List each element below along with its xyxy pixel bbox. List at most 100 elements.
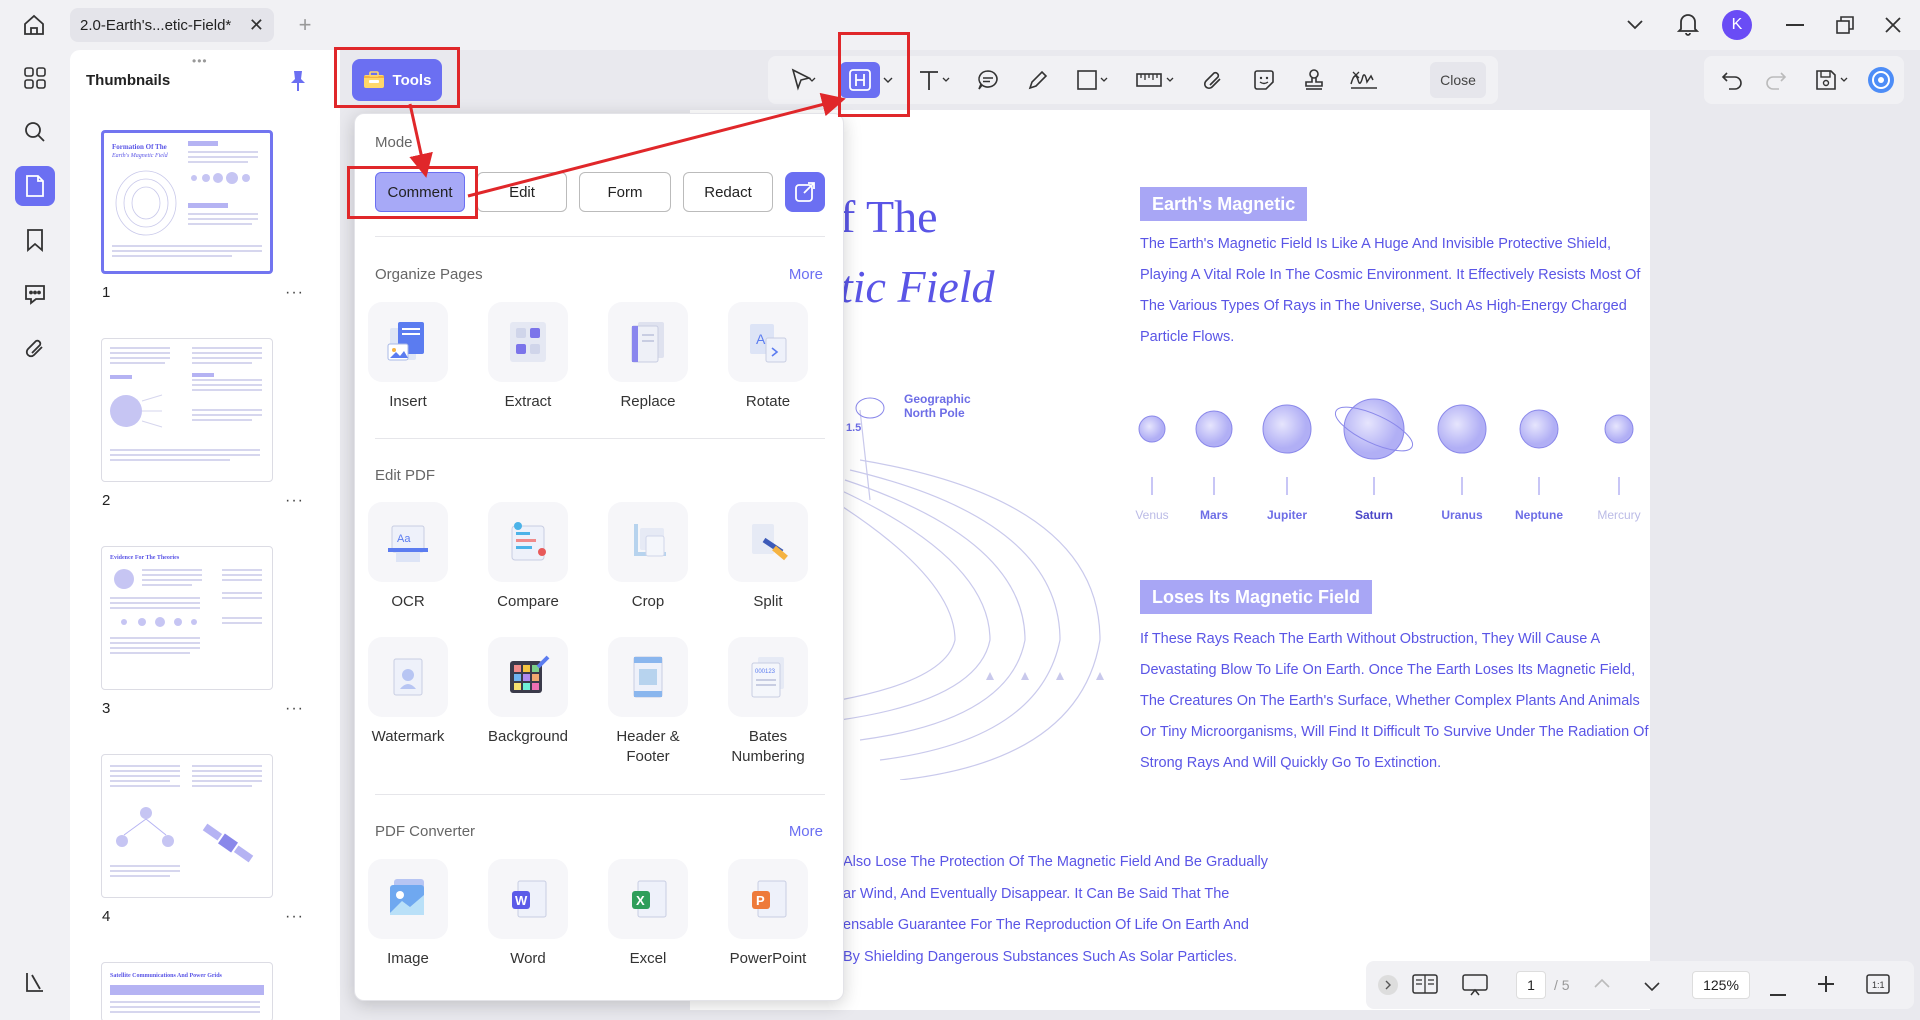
powerpoint-icon: P [752, 880, 787, 918]
search-icon[interactable] [15, 112, 55, 152]
mode-form-button[interactable]: Form [579, 172, 671, 212]
next-page-icon[interactable] [1644, 979, 1660, 997]
notification-bell-icon[interactable] [1674, 10, 1702, 38]
divider [375, 794, 825, 795]
tool-insert[interactable]: Insert [358, 302, 458, 412]
pin-icon[interactable] [288, 70, 308, 97]
pencil-tool-button[interactable] [1018, 62, 1058, 98]
insert-icon [387, 322, 424, 361]
tools-button[interactable]: Tools [352, 59, 442, 101]
highlight-tool-button[interactable] [840, 62, 880, 98]
excel-icon: X [632, 880, 667, 918]
document-tab[interactable]: 2.0-Earth's...etic-Field* ✕ [70, 8, 274, 42]
bottom-line: ensable Guarantee For The Reproduction O… [843, 917, 1249, 933]
zoom-in-icon[interactable] [1818, 976, 1834, 997]
sticker-tool-button[interactable] [1244, 62, 1284, 98]
page-thumbnail-2[interactable] [101, 338, 273, 482]
organize-pages-label: Organize Pages [375, 266, 483, 283]
collapse-chevron-icon[interactable] [1378, 975, 1398, 995]
redo-icon[interactable] [1758, 62, 1794, 98]
bates-numbering-icon: 000123 [751, 657, 784, 698]
page-thumbnail-3[interactable]: Evidence For The Theories [101, 546, 273, 690]
divider [375, 236, 825, 237]
svg-text:W: W [515, 893, 528, 908]
stamp-icon [1305, 69, 1323, 90]
save-icon[interactable] [1808, 62, 1858, 98]
tool-rotate[interactable]: A Rotate [718, 302, 818, 412]
close-toolbar-button[interactable]: Close [1430, 62, 1486, 98]
measure-tool-button[interactable] [1128, 62, 1184, 98]
home-icon[interactable] [18, 10, 50, 40]
signature-tool-button[interactable] [1342, 62, 1386, 98]
tab-title: 2.0-Earth's...etic-Field* [80, 16, 232, 34]
page-layout-icon[interactable] [1412, 973, 1438, 1000]
tool-convert-word[interactable]: W Word [478, 859, 578, 969]
tool-split[interactable]: Split [718, 502, 818, 612]
thumbnails-icon[interactable] [15, 166, 55, 206]
library-icon[interactable] [15, 962, 55, 1002]
apps-grid-icon[interactable] [15, 58, 55, 98]
tool-ocr[interactable]: Aa OCR [358, 502, 458, 612]
bookmark-icon[interactable] [15, 220, 55, 260]
svg-text:1:1: 1:1 [1872, 980, 1885, 990]
chevron-down-icon[interactable] [1622, 12, 1648, 38]
mode-redact-button[interactable]: Redact [683, 172, 773, 212]
comments-icon[interactable] [15, 274, 55, 314]
user-avatar[interactable]: K [1722, 10, 1752, 40]
document-title-line2: tic Field [840, 261, 995, 312]
tool-label: Background [487, 728, 569, 745]
zoom-level-input[interactable]: 125% [1692, 971, 1750, 999]
drag-handle-icon[interactable]: ••• [192, 54, 208, 68]
thumb-more-icon[interactable]: ··· [285, 700, 304, 718]
shape-tool-button[interactable] [1068, 62, 1118, 98]
converter-more-link[interactable]: More [789, 823, 823, 840]
page-thumbnail-4[interactable] [101, 754, 273, 898]
comment-tool-button[interactable] [968, 62, 1008, 98]
actual-size-icon[interactable]: 1:1 [1866, 973, 1890, 1000]
previous-page-icon[interactable] [1594, 975, 1610, 993]
text-tool-button[interactable] [910, 62, 960, 98]
thumb-more-icon[interactable]: ··· [285, 284, 304, 302]
presentation-icon[interactable] [1462, 973, 1488, 1002]
tool-replace[interactable]: Replace [598, 302, 698, 412]
planet-label: Neptune [1515, 508, 1563, 522]
open-external-icon[interactable] [785, 172, 825, 212]
page-number-input[interactable]: 1 [1516, 971, 1546, 999]
tool-label: Watermark [371, 728, 445, 745]
mode-edit-button[interactable]: Edit [477, 172, 567, 212]
tool-convert-image[interactable]: Image [358, 859, 458, 969]
tool-convert-excel[interactable]: X Excel [598, 859, 698, 969]
attach-tool-button[interactable] [1194, 62, 1234, 98]
tool-watermark[interactable]: Watermark [358, 637, 458, 747]
thumb-more-icon[interactable]: ··· [285, 492, 304, 510]
planets-diagram [1138, 398, 1634, 495]
tool-crop[interactable]: Crop [598, 502, 698, 612]
page-thumbnail-5[interactable]: Satellite Communications And Power Grids [101, 962, 273, 1020]
mode-comment-button[interactable]: Comment [375, 172, 465, 212]
restore-icon[interactable] [1832, 12, 1858, 38]
zoom-out-icon[interactable] [1770, 983, 1786, 1001]
page-thumbnail-1[interactable]: Formation Of The Earth's Magnetic Field [101, 130, 273, 274]
window-close-icon[interactable] [1880, 12, 1906, 38]
stamp-tool-button[interactable] [1294, 62, 1334, 98]
thumb-more-icon[interactable]: ··· [285, 908, 304, 926]
minimize-icon[interactable] [1782, 12, 1808, 38]
attachment-icon[interactable] [15, 328, 55, 368]
tool-compare[interactable]: Compare [478, 502, 578, 612]
ai-assistant-icon[interactable] [1864, 62, 1898, 98]
tool-label: Split [753, 593, 783, 610]
tool-header-footer[interactable]: Header & Footer [598, 637, 698, 767]
tool-extract[interactable]: Extract [478, 302, 578, 412]
section-heading-1: Earth's Magnetic [1140, 187, 1308, 221]
close-tab-icon[interactable]: ✕ [249, 15, 264, 36]
new-tab-icon[interactable]: + [292, 12, 318, 38]
tool-bates-numbering[interactable]: 000123 Bates Numbering [718, 637, 818, 767]
tool-convert-powerpoint[interactable]: P PowerPoint [718, 859, 818, 969]
organize-more-link[interactable]: More [789, 266, 823, 283]
highlight-options-icon[interactable] [880, 62, 896, 98]
select-tool-button[interactable] [778, 62, 828, 98]
undo-icon[interactable] [1714, 62, 1750, 98]
rectangle-icon [1077, 70, 1108, 90]
thumb-preview-graphic [110, 985, 264, 1013]
tool-background[interactable]: Background [478, 637, 578, 747]
